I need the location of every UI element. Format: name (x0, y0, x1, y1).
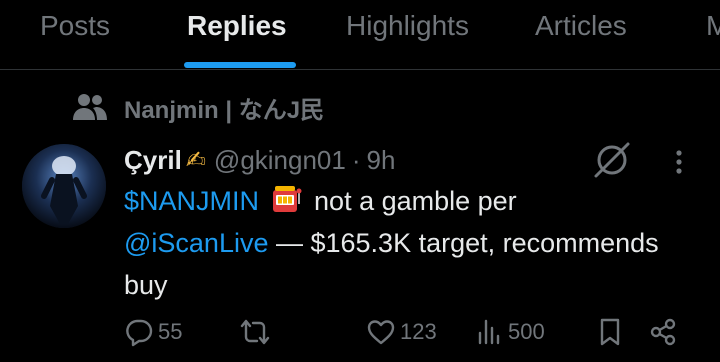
views-button[interactable]: 500 (476, 312, 545, 352)
reply-count: 55 (158, 319, 183, 344)
tab-articles[interactable]: Articles (535, 6, 627, 46)
social-context-text: Nanjmin | なんJ民 (124, 96, 325, 124)
active-tab-indicator (184, 62, 296, 68)
bookmark-button[interactable] (596, 312, 624, 352)
reply-button[interactable]: 55 (124, 312, 182, 352)
repost-button[interactable] (240, 312, 274, 352)
tab-highlights[interactable]: Highlights (346, 6, 469, 46)
slot-machine-icon (272, 186, 302, 212)
social-context[interactable]: Nanjmin | なんJ民 (72, 90, 324, 124)
user-handle[interactable]: @gkingn01 (214, 145, 346, 176)
tweet-text: $NANJMIN not a gamble per @iScanLive — $… (124, 180, 684, 306)
cashtag-link[interactable]: $NANJMIN (124, 186, 259, 216)
tweet-text-part-1: not a gamble per (306, 186, 517, 216)
avatar-image (22, 144, 106, 228)
tweet-header: Çyril ✍ @gkingn01 · 9h (124, 142, 395, 178)
mention-link[interactable]: @iScanLive (124, 228, 268, 258)
separator-dot: · (351, 144, 361, 175)
avatar[interactable] (22, 144, 106, 228)
tab-posts[interactable]: Posts (40, 6, 110, 46)
view-count: 500 (508, 319, 545, 344)
like-button[interactable]: 123 (366, 312, 437, 352)
views-icon (478, 319, 500, 345)
heart-icon (367, 320, 395, 345)
timestamp[interactable]: 9h (367, 145, 396, 176)
share-icon (650, 318, 676, 346)
writing-hand-icon: ✍ (185, 146, 206, 174)
profile-tabs: Posts Replies Highlights Articles M (0, 0, 720, 70)
share-button[interactable] (648, 312, 678, 352)
bookmark-icon (600, 318, 620, 346)
tab-more[interactable]: M (706, 6, 720, 46)
reply-icon (126, 319, 153, 347)
tweet-actions: 55 123 500 (124, 312, 704, 352)
more-options-icon[interactable] (664, 146, 694, 178)
like-count: 123 (400, 319, 437, 344)
tab-replies[interactable]: Replies (187, 6, 287, 46)
repost-icon (240, 319, 270, 345)
people-icon (73, 94, 107, 120)
grok-icon[interactable] (592, 140, 632, 180)
display-name[interactable]: Çyril (124, 145, 182, 176)
